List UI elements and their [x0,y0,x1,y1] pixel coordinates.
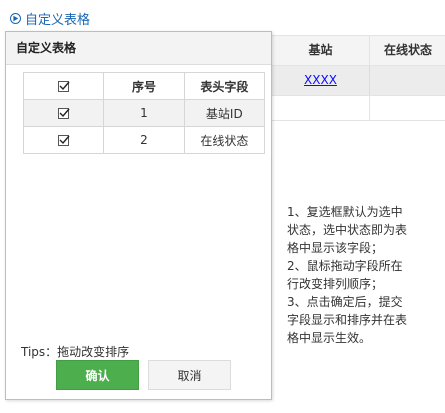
checkbox-checked-icon[interactable] [58,81,70,92]
tips-text: Tips：拖动改变排序 [21,345,130,359]
custom-table-dialog: 自定义表格 序号 表头字段 1 基站ID 2 在线状态 Tips：拖动改变排序 … [5,31,272,400]
checkbox-checked-icon[interactable] [58,135,70,146]
column-header-online-status: 在线状态 [369,36,445,65]
confirm-button[interactable]: 确认 [56,360,139,390]
field-row[interactable]: 1 基站ID [22,99,266,127]
column-divider [369,96,370,120]
dialog-title: 自定义表格 [16,41,77,55]
column-header-base-station: 基站 [308,43,333,57]
instruction-item: 1、复选框默认为选中状态，选中状态即为表格中显示该字段； [287,205,408,255]
instruction-item: 2、鼠标拖动字段所在行改变排列顺序； [287,259,403,291]
base-station-link[interactable]: XXXX [272,66,369,95]
column-divider [369,66,370,95]
field-config-table: 序号 表头字段 1 基站ID 2 在线状态 [22,72,266,154]
field-name: 基站ID [183,99,266,127]
field-config-header-row: 序号 表头字段 [22,72,266,100]
header-field: 表头字段 [183,72,266,100]
instructions-panel: 1、复选框默认为选中状态，选中状态即为表格中显示该字段； 2、鼠标拖动字段所在行… [287,203,407,347]
field-checkbox-cell[interactable] [22,99,105,127]
play-circle-icon [10,13,21,24]
checkbox-checked-icon[interactable] [58,108,70,119]
select-all-cell[interactable] [22,72,105,100]
field-index: 2 [103,126,185,154]
dialog-header: 自定义表格 [6,32,271,65]
field-index: 1 [103,99,185,127]
field-name: 在线状态 [183,126,266,154]
instruction-item: 3、点击确定后，提交字段显示和排序并在表格中显示生效。 [287,295,408,345]
field-row[interactable]: 2 在线状态 [22,126,266,154]
page-root: 自定义表格 基站 在线状态 XXXX 共 自定义表格 序号 [0,0,445,413]
cancel-button[interactable]: 取消 [148,360,231,390]
custom-table-link-label: 自定义表格 [25,13,91,28]
field-checkbox-cell[interactable] [22,126,105,154]
header-index: 序号 [103,72,185,100]
custom-table-link[interactable]: 自定义表格 [10,9,90,28]
